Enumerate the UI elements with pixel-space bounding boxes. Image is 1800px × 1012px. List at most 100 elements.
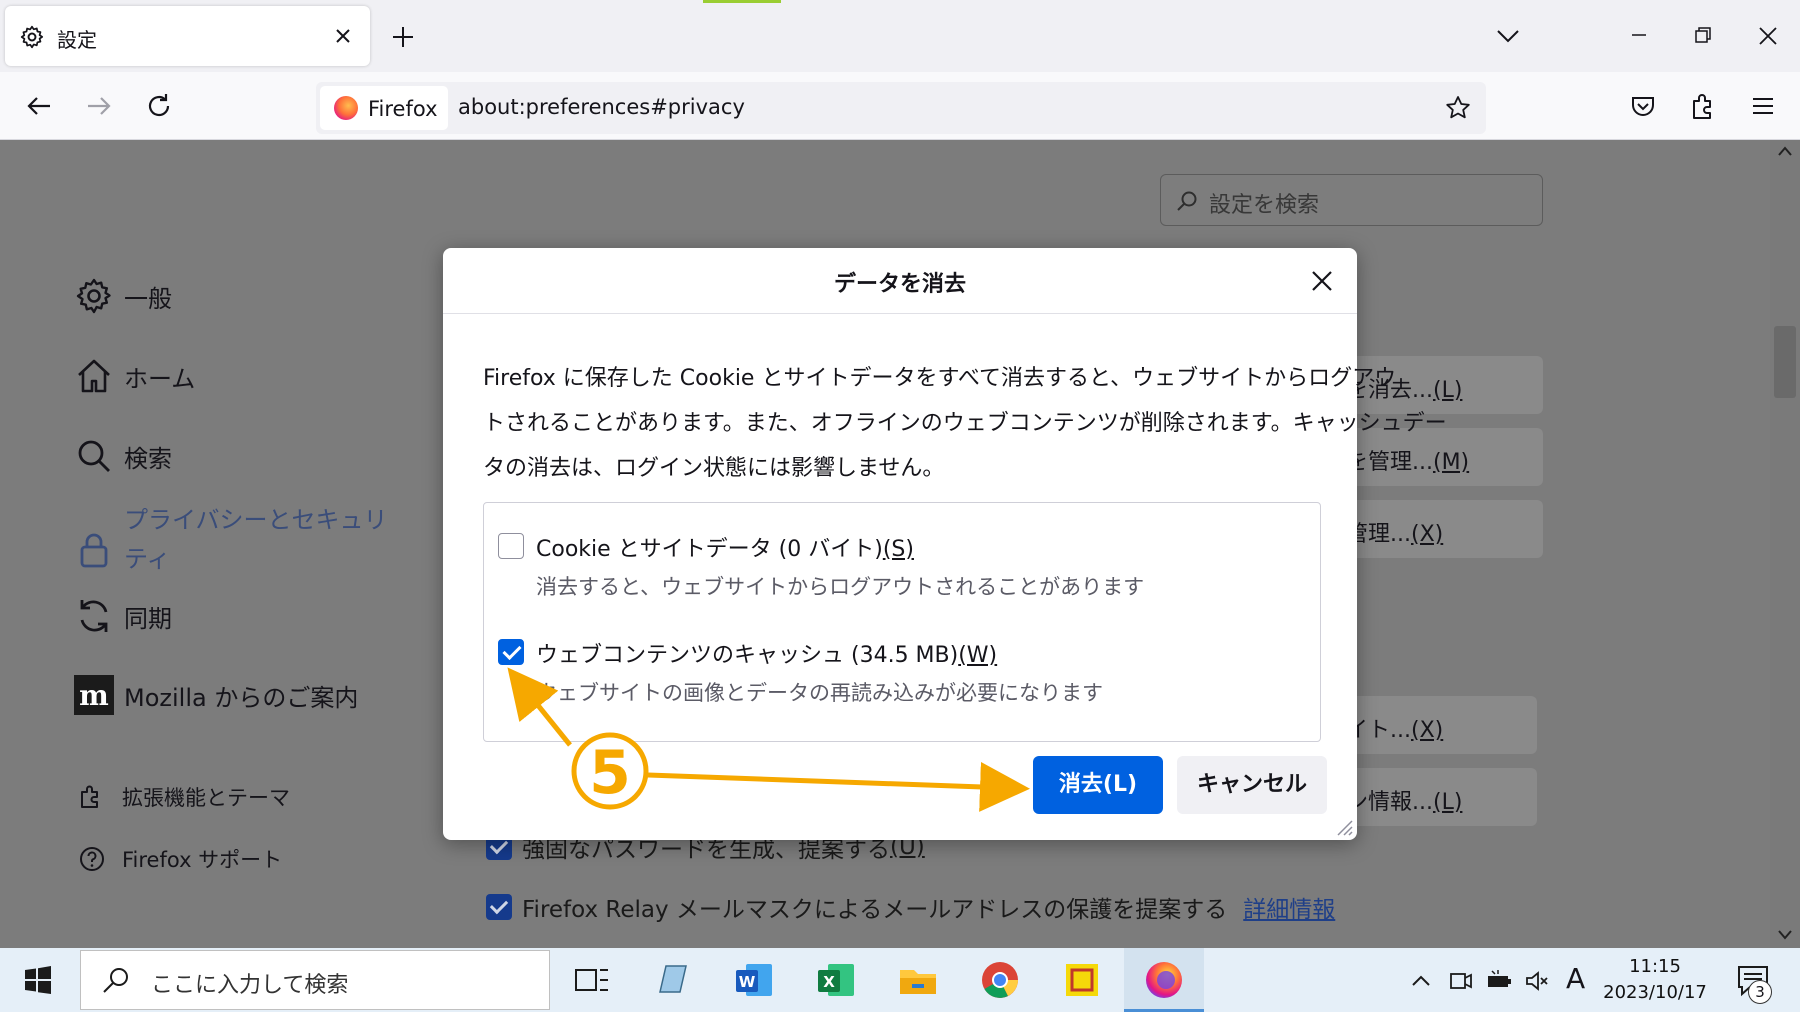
windows-start-icon[interactable] (24, 966, 52, 994)
battery-icon[interactable] (1486, 968, 1512, 994)
button-shortcut: (X) (1410, 522, 1444, 547)
sidebar-item-label: Firefox サポート (122, 848, 283, 872)
scroll-up-icon[interactable] (1778, 146, 1792, 156)
forward-arrow-icon[interactable] (84, 91, 114, 121)
system-clock[interactable]: 11:15 2023/10/17 (1600, 954, 1710, 1006)
mozilla-icon: m (74, 675, 114, 715)
firefox-logo-icon (334, 96, 358, 120)
dialog-description-line: タの消去は、ログイン状態には影響しません。 (483, 456, 945, 481)
option-description: ウェブサイトの画像とデータの再読み込みが必要になります (536, 681, 1103, 705)
option-label-text: ウェブコンテンツのキャッシュ (34.5 MB) (536, 643, 959, 668)
chrome-app-icon[interactable] (978, 958, 1022, 1002)
firefox-taskbar-button[interactable] (1124, 948, 1204, 1012)
lock-icon (80, 533, 108, 568)
window-close-icon[interactable] (1758, 26, 1778, 46)
home-icon (78, 359, 110, 393)
sidebar-item-support[interactable]: Firefox サポート (78, 844, 282, 874)
cookies-checkbox[interactable] (498, 533, 524, 559)
dialog-title: データを消去 (833, 272, 966, 297)
clock-time: 11:15 (1629, 956, 1681, 977)
relay-mask-checkbox[interactable]: Firefox Relay メールマスクによるメールアドレスの保護を提案する 詳… (486, 890, 1335, 924)
extensions-puzzle-icon[interactable] (1688, 91, 1718, 121)
hamburger-menu-icon[interactable] (1748, 91, 1778, 121)
clock-date: 2023/10/17 (1603, 982, 1707, 1003)
loading-indicator (703, 0, 781, 3)
clear-button[interactable]: 消去(L) (1033, 756, 1163, 814)
firefox-app-icon (1146, 962, 1182, 998)
sidebar-item-label: ホーム (124, 364, 196, 393)
chevron-down-icon[interactable] (1496, 28, 1520, 44)
url-bar[interactable]: Firefox about:preferences#privacy (316, 82, 1486, 134)
annotation-step-number: 5 (589, 738, 631, 808)
tab-settings[interactable]: 設定 (5, 6, 370, 66)
task-view-icon[interactable] (570, 958, 614, 1002)
settings-search-input[interactable]: 設定を検索 (1160, 174, 1543, 226)
sidebar-item-label-cont: ティ (124, 545, 171, 573)
sidebar-item-mozilla[interactable]: m Mozilla からのご案内 (74, 675, 358, 715)
option-shortcut: (W) (958, 643, 998, 668)
excel-app-icon[interactable]: X (814, 958, 858, 1002)
sidebar-item-label: プライバシーとセキュリ (124, 506, 388, 534)
meet-now-icon[interactable] (1448, 968, 1474, 994)
help-icon (80, 847, 104, 871)
windows-taskbar: ここに入力して検索 W X A 11:15 2023/10/17 3 (0, 948, 1800, 1012)
sidebar-item-home[interactable]: ホーム (74, 356, 195, 396)
button-shortcut: (L) (1432, 378, 1463, 403)
learn-more-link[interactable]: 詳細情報 (1243, 890, 1335, 924)
option-description: 消去すると、ウェブサイトからログアウトされることがあります (536, 575, 1145, 599)
svg-text:m: m (79, 679, 109, 712)
notification-count-badge: 3 (1748, 980, 1772, 1004)
bookmark-star-icon[interactable] (1444, 94, 1472, 122)
data-options-list: Cookie とサイトデータ (0 バイト)(S) 消去すると、ウェブサイトから… (483, 502, 1321, 742)
file-explorer-icon[interactable] (896, 958, 940, 1002)
svg-text:W: W (739, 973, 756, 991)
sidebar-item-privacy[interactable]: プライバシーとセキュリ ティ (74, 500, 388, 574)
sidebar-item-label: 同期 (124, 604, 172, 633)
site-identity-button[interactable]: Firefox (320, 86, 448, 130)
sync-icon (80, 600, 108, 632)
sidebar-item-addons[interactable]: 拡張機能とテーマ (78, 782, 290, 812)
chevron-up-icon[interactable] (1408, 968, 1434, 994)
speaker-muted-icon[interactable] (1524, 968, 1550, 994)
page-scrollbar[interactable] (1770, 140, 1800, 948)
new-tab-icon[interactable] (390, 24, 416, 50)
close-icon[interactable] (333, 26, 353, 46)
minimize-icon[interactable] (1630, 26, 1648, 44)
sidebar-item-search[interactable]: 検索 (74, 436, 172, 476)
puzzle-icon (81, 785, 98, 808)
ime-indicator[interactable]: A (1566, 962, 1585, 995)
cancel-button[interactable]: キャンセル (1177, 756, 1327, 814)
sidebar-item-label: 拡張機能とテーマ (122, 786, 290, 810)
close-icon[interactable] (1311, 270, 1333, 292)
back-arrow-icon[interactable] (24, 91, 54, 121)
option-shortcut: (S) (882, 537, 914, 562)
cache-checkbox[interactable] (498, 639, 524, 665)
sticky-notes-app-icon[interactable] (1060, 958, 1104, 1002)
word-app-icon[interactable]: W (732, 958, 776, 1002)
svg-text:X: X (823, 973, 835, 991)
search-icon (103, 968, 128, 993)
notepad-app-icon[interactable] (650, 958, 694, 1002)
restore-icon[interactable] (1694, 26, 1712, 44)
button-shortcut: (L) (1432, 790, 1463, 815)
button-shortcut: (X) (1410, 718, 1444, 743)
option-label: Cookie とサイトデータ (0 バイト)(S) (536, 531, 914, 563)
dialog-description: Firefox に保存した Cookie とサイトデータをすべて消去すると、ウェ… (483, 356, 1447, 491)
reload-icon[interactable] (144, 91, 174, 121)
button-shortcut: (M) (1432, 450, 1470, 475)
settings-search-placeholder: 設定を検索 (1209, 193, 1320, 218)
pocket-icon[interactable] (1628, 91, 1658, 121)
scroll-thumb[interactable] (1774, 326, 1796, 398)
resize-grip-icon[interactable] (1333, 816, 1353, 836)
identity-label: Firefox (368, 97, 438, 121)
dialog-description-line: Firefox に保存した Cookie とサイトデータをすべて消去すると、ウェ… (483, 366, 1397, 391)
taskbar-search-box[interactable]: ここに入力して検索 (80, 950, 550, 1010)
dialog-header: データを消去 (443, 248, 1357, 314)
url-text[interactable]: about:preferences#privacy (458, 95, 745, 119)
sidebar-item-general[interactable]: 一般 (74, 276, 172, 316)
sidebar-item-sync[interactable]: 同期 (74, 596, 172, 636)
checkbox-checked[interactable] (486, 894, 512, 920)
tab-bar: 設定 (0, 0, 1800, 72)
gear-icon (20, 25, 44, 49)
scroll-down-icon[interactable] (1778, 930, 1792, 940)
